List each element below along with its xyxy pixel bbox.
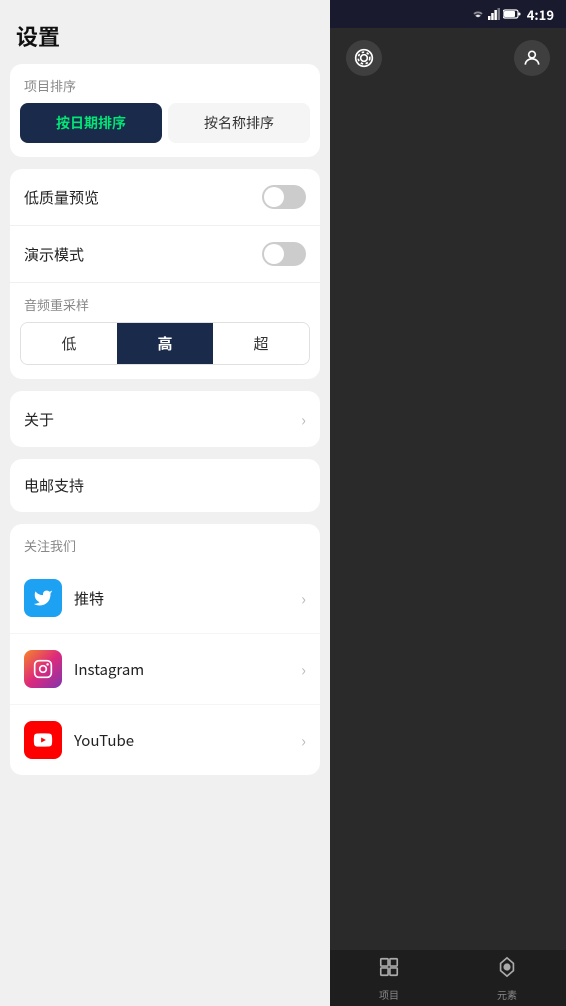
about-item[interactable]: 关于 › (10, 391, 320, 447)
elements-icon (496, 955, 518, 984)
low-quality-row: 低质量预览 (10, 169, 320, 226)
projects-icon (378, 955, 400, 984)
demo-mode-toggle[interactable] (262, 242, 306, 266)
audio-resample-label: 音频重采样 (10, 283, 320, 322)
sort-buttons-group: 按日期排序 按名称排序 (10, 103, 320, 157)
sort-by-name-button[interactable]: 按名称排序 (168, 103, 310, 143)
elements-label: 元素 (497, 987, 517, 1002)
toggle-section: 低质量预览 演示模式 音频重采样 低 高 超 (10, 169, 320, 379)
status-time: 4:19 (527, 5, 554, 24)
sort-by-date-button[interactable]: 按日期排序 (20, 103, 162, 143)
youtube-label: YouTube (74, 730, 134, 751)
instagram-left: Instagram (24, 650, 144, 688)
follow-us-section: 关注我们 推特 › (10, 524, 320, 775)
sort-section: 项目排序 按日期排序 按名称排序 (10, 64, 320, 157)
about-left: 关于 (24, 409, 54, 430)
email-support-item[interactable]: 电邮支持 (10, 459, 320, 512)
youtube-chevron: › (301, 728, 306, 752)
twitter-label: 推特 (74, 588, 104, 609)
settings-panel: 设置 项目排序 按日期排序 按名称排序 低质量预览 演示模式 音频重采样 低 高… (0, 0, 330, 1006)
email-support-label: 电邮支持 (24, 475, 84, 496)
twitter-icon (24, 579, 62, 617)
audio-ultra-button[interactable]: 超 (213, 323, 309, 364)
instagram-icon (24, 650, 62, 688)
instagram-chevron: › (301, 657, 306, 681)
about-label: 关于 (24, 409, 54, 430)
demo-mode-row: 演示模式 (10, 226, 320, 283)
sound-icon[interactable] (346, 40, 382, 76)
instagram-label: Instagram (74, 659, 144, 680)
email-left: 电邮支持 (24, 475, 84, 496)
nav-item-projects[interactable]: 项目 (378, 955, 400, 1002)
right-icons-row (330, 28, 566, 88)
nav-item-elements[interactable]: 元素 (496, 955, 518, 1002)
audio-section: 低 高 超 (10, 322, 320, 379)
about-chevron: › (301, 407, 306, 431)
profile-icon[interactable] (514, 40, 550, 76)
follow-us-label: 关注我们 (10, 524, 320, 563)
audio-buttons-group: 低 高 超 (20, 322, 310, 365)
right-panel: 4:19 (330, 0, 566, 1006)
twitter-chevron: › (301, 586, 306, 610)
sort-section-label: 项目排序 (10, 64, 320, 103)
twitter-left: 推特 (24, 579, 104, 617)
email-support-section: 电邮支持 (10, 459, 320, 512)
low-quality-toggle[interactable] (262, 185, 306, 209)
low-quality-label: 低质量预览 (24, 187, 99, 208)
youtube-item[interactable]: YouTube › (10, 705, 320, 775)
instagram-item[interactable]: Instagram › (10, 634, 320, 705)
youtube-left: YouTube (24, 721, 134, 759)
about-section: 关于 › (10, 391, 320, 447)
page-title: 设置 (0, 0, 330, 64)
twitter-item[interactable]: 推特 › (10, 563, 320, 634)
audio-low-button[interactable]: 低 (21, 323, 117, 364)
youtube-icon (24, 721, 62, 759)
audio-high-button[interactable]: 高 (117, 323, 213, 364)
bottom-nav: 项目 元素 (330, 950, 566, 1006)
status-bar: 4:19 (330, 0, 566, 28)
projects-label: 项目 (379, 987, 399, 1002)
demo-mode-label: 演示模式 (24, 244, 84, 265)
